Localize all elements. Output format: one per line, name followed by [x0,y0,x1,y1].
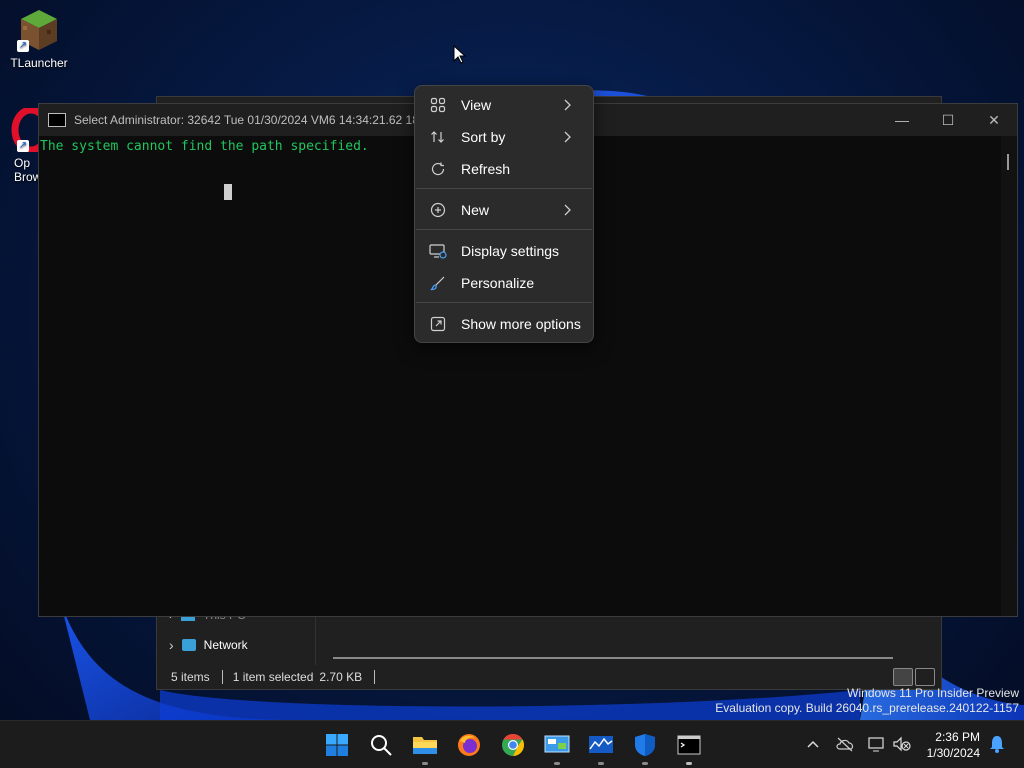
cmd-icon [677,735,701,755]
taskbar: 2:36 PM 1/30/2024 [0,720,1024,768]
taskbar-command-prompt[interactable] [673,729,705,765]
menu-item-label: Display settings [461,243,560,259]
menu-separator [416,188,592,189]
status-separator [374,670,376,684]
navigation-pane: › This PC › Network [157,608,315,673]
start-icon [326,734,348,756]
status-item-count: 5 items [171,670,210,684]
text-cursor [224,184,232,200]
menu-item-refresh[interactable]: Refresh [419,154,589,184]
onedrive-status-button[interactable] [834,733,856,755]
menu-item-label: Refresh [461,161,511,177]
view-grid-icon [429,96,447,114]
new-plus-icon [429,201,447,219]
menu-item-label: View [461,97,492,113]
show-hidden-icons-button[interactable] [802,733,824,755]
menu-item-show-more-options[interactable]: Show more options [419,309,589,339]
chevron-right-icon [564,99,571,111]
resource-monitor-icon [589,736,613,753]
menu-item-display-settings[interactable]: Display settings [419,236,589,266]
bell-icon [990,736,1004,753]
menu-item-label: Sort by [461,129,506,145]
taskbar-resource-monitor[interactable] [585,729,617,765]
scrollbar-thumb[interactable] [1007,154,1009,170]
shortcut-arrow-icon: ↗ [17,140,29,152]
minimize-button[interactable]: — [879,104,925,136]
running-indicator [642,762,648,765]
menu-item-sort-by[interactable]: Sort by [419,122,589,152]
watermark-line: Evaluation copy. Build 26040.rs_prerelea… [715,701,1019,715]
large-icons-view-icon[interactable] [915,668,935,686]
taskbar-control-panel[interactable] [541,729,573,765]
running-indicator [686,762,692,765]
shortcut-arrow-icon: ↗ [17,40,29,52]
menu-separator [416,302,592,303]
display-settings-icon [429,242,447,260]
system-clock[interactable]: 2:36 PM 1/30/2024 [927,729,980,761]
taskbar-file-explorer[interactable] [409,729,441,765]
taskbar-windows-security[interactable] [629,729,661,765]
onedrive-offline-icon [836,737,854,752]
network-icon [181,639,196,651]
menu-item-label: Show more options [461,316,581,332]
menu-separator [416,229,592,230]
chevron-right-icon [564,204,571,216]
status-size: 2.70 KB [319,670,363,684]
file-explorer-icon [413,737,437,754]
vertical-scrollbar[interactable] [1001,136,1017,616]
evaluation-watermark: Windows 11 Pro Insider Preview Evaluatio… [715,686,1019,716]
nav-item-network[interactable]: › Network [169,637,248,653]
horizontal-scrollbar[interactable] [333,657,893,659]
control-panel-icon [544,735,570,753]
show-more-options-icon [429,315,447,333]
cmd-icon [48,113,66,127]
desktop-context-menu: View Sort by Refresh New Display setting… [414,85,594,343]
start-button[interactable] [321,729,353,761]
clock-date: 1/30/2024 [926,746,980,760]
status-separator [221,670,223,684]
close-button[interactable]: ✕ [971,104,1017,136]
menu-item-new[interactable]: New [419,195,589,225]
defender-shield-icon [635,734,655,756]
network-status-button[interactable] [866,733,888,755]
sort-arrows-icon [429,128,447,146]
notifications-button[interactable] [986,733,1008,755]
firefox-icon [458,734,480,756]
running-indicator [422,762,428,765]
search-icon [371,735,392,756]
nav-item-label: Network [203,638,248,652]
cmd-output-line: The system cannot find the path specifie… [40,139,369,154]
refresh-icon [429,160,447,178]
pane-divider[interactable] [315,613,316,673]
maximize-button[interactable]: ☐ [925,104,971,136]
personalize-brush-icon [429,274,447,292]
chrome-icon [502,734,524,756]
volume-muted-icon [893,736,911,752]
taskbar-firefox[interactable] [453,729,485,761]
chevron-right-icon [564,131,571,143]
desktop-icon-tlauncher[interactable]: ↗ TLauncher [4,8,74,70]
desktop[interactable]: ↗ TLauncher ↗ Op Brow › This PC › Networ… [0,0,1024,768]
network-monitor-icon [868,737,884,752]
menu-item-personalize[interactable]: Personalize [419,268,589,298]
menu-item-label: Personalize [461,275,535,291]
chevron-up-icon [807,740,819,748]
mouse-pointer-icon [453,45,467,64]
status-selected: 1 item selected [232,670,314,684]
menu-item-view[interactable]: View [419,90,589,120]
taskbar-chrome[interactable] [497,729,529,761]
volume-button[interactable] [891,733,913,755]
cmd-title: Select Administrator: 32642 Tue 01/30/20… [74,113,419,127]
tlauncher-icon: ↗ [17,8,61,52]
view-toggle [893,668,935,686]
running-indicator [598,762,604,765]
watermark-line: Windows 11 Pro Insider Preview [847,686,1019,700]
running-indicator [554,762,560,765]
menu-item-label: New [461,202,490,218]
clock-time: 2:36 PM [935,730,980,744]
desktop-icon-label: TLauncher [10,56,68,70]
chevron-right-icon: › [169,637,174,653]
details-view-icon[interactable] [893,668,913,686]
search-button[interactable] [365,729,397,761]
